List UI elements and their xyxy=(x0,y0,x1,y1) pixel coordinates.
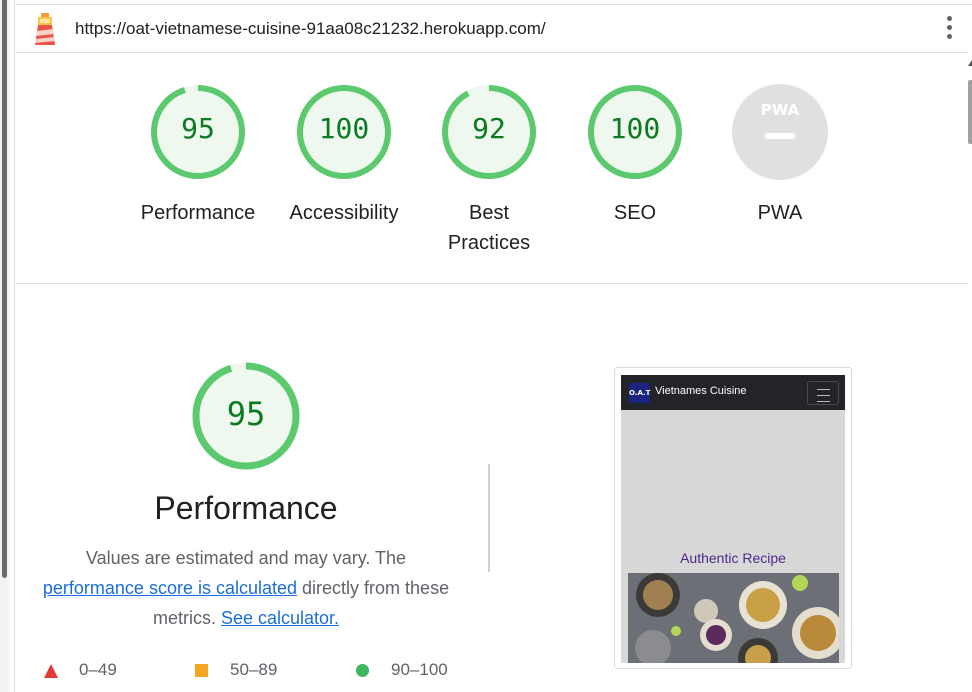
performance-score: 95 xyxy=(226,395,266,433)
scroll-up-arrow-icon[interactable] xyxy=(968,60,972,66)
hamburger-menu-icon xyxy=(807,381,839,405)
gauge-label: SEO xyxy=(613,202,657,224)
gauge-seo[interactable]: 100 SEO xyxy=(567,82,703,228)
section-divider xyxy=(15,283,972,284)
gauge-accessibility[interactable]: 100 Accessibility xyxy=(276,82,412,228)
gauge-score: 95 xyxy=(181,112,215,145)
gauge-score: 92 xyxy=(472,112,506,145)
pwa-badge-icon: PWA xyxy=(732,84,828,180)
lighthouse-icon xyxy=(35,13,55,45)
category-gauges: 95 Performance 100 Accessibility 92 Best… xyxy=(130,82,850,262)
right-scrollbar-track xyxy=(968,52,972,692)
fail-triangle-icon xyxy=(44,664,58,678)
see-calculator-link[interactable]: See calculator. xyxy=(221,608,339,628)
site-navbar: O.A.T Vietnames Cuisine xyxy=(621,375,845,410)
score-calculated-link[interactable]: performance score is calculated xyxy=(43,578,297,598)
gauge-score: 100 xyxy=(609,112,661,145)
site-heading: Authentic Recipe xyxy=(680,550,786,566)
score-legend: 0–49 50–89 90–100 xyxy=(0,660,480,684)
gauge-pwa[interactable]: PWA PWA xyxy=(712,82,848,228)
gauge-label: PWA xyxy=(757,202,803,224)
panel-border xyxy=(14,0,15,692)
gauge-best-practices[interactable]: 92 Best Practices xyxy=(421,82,557,258)
kebab-menu-icon[interactable] xyxy=(946,16,954,42)
gauge-label: Accessibility xyxy=(289,202,399,224)
right-scrollbar-thumb[interactable] xyxy=(968,80,972,144)
legend-fail: 0–49 xyxy=(79,660,117,679)
pwa-badge-text: PWA xyxy=(761,101,800,119)
gauge-label: Best Practices xyxy=(447,202,531,254)
legend-pass: 90–100 xyxy=(391,660,448,679)
pass-circle-icon xyxy=(356,664,369,677)
food-photo xyxy=(628,573,839,663)
gauge-performance[interactable]: 95 Performance xyxy=(130,82,266,228)
report-url: https://oat-vietnamese-cuisine-91aa08c21… xyxy=(75,19,546,38)
report-header: https://oat-vietnamese-cuisine-91aa08c21… xyxy=(15,4,972,53)
page-screenshot-thumbnail[interactable]: O.A.T Vietnames Cuisine Authentic Recipe xyxy=(614,367,852,669)
site-logo: O.A.T xyxy=(629,383,650,403)
gauge-label: Performance xyxy=(140,202,256,224)
legend-average: 50–89 xyxy=(230,660,278,679)
performance-description: Values are estimated and may vary. The p… xyxy=(36,543,456,633)
average-square-icon xyxy=(195,664,208,677)
desc-text-1: Values are estimated and may vary. The xyxy=(85,548,407,568)
left-scrollbar[interactable] xyxy=(2,0,7,578)
site-brand: Vietnames Cuisine xyxy=(655,385,747,397)
gauge-score: 100 xyxy=(318,112,370,145)
screenshot-viewport: O.A.T Vietnames Cuisine Authentic Recipe xyxy=(621,375,845,663)
vertical-divider xyxy=(488,464,490,572)
performance-title: Performance xyxy=(154,490,338,526)
